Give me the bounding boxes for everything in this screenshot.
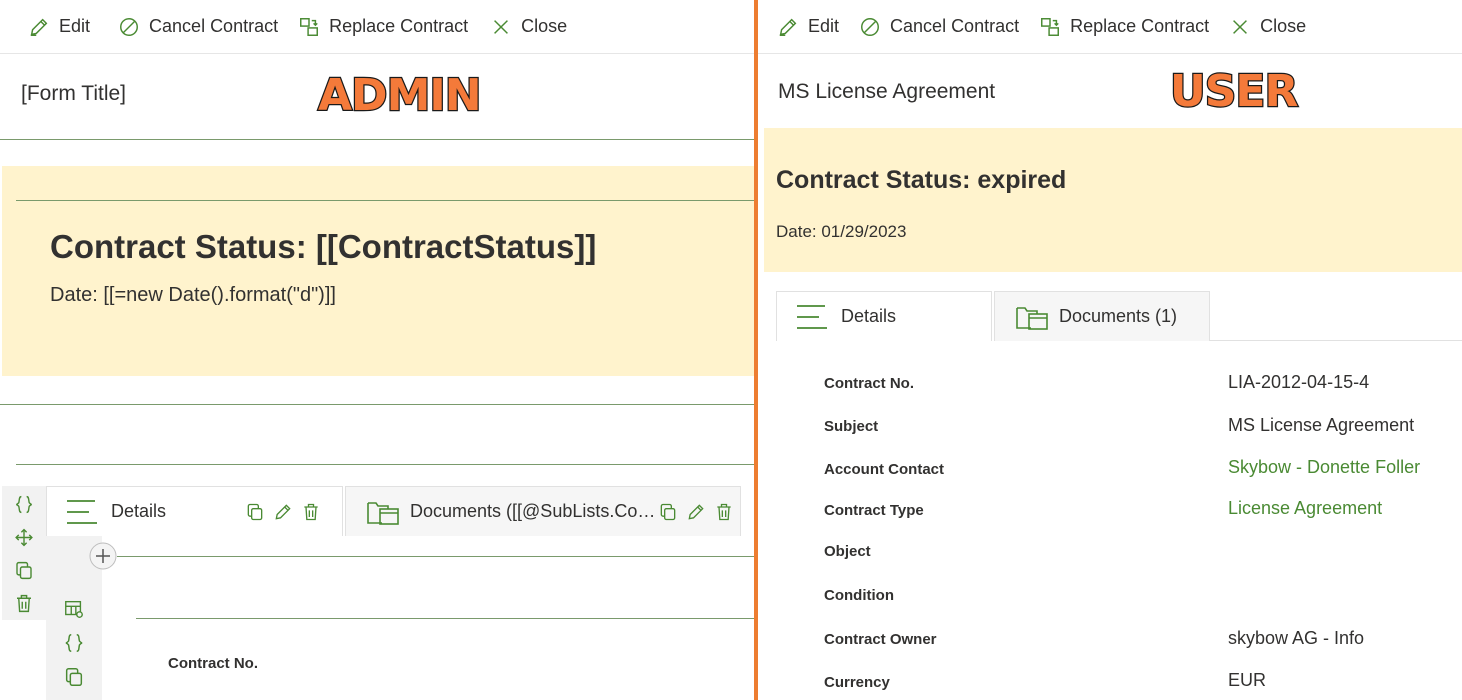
- tab-documents[interactable]: Documents (1): [994, 291, 1210, 341]
- field-value-contract-no: LIA-2012-04-15-4: [1228, 372, 1370, 392]
- braces-icon[interactable]: [13, 494, 35, 515]
- field-value-account-contact-link[interactable]: Skybow - Donette Foller: [1228, 457, 1420, 478]
- tab-details-label: Details: [111, 501, 167, 521]
- trash-icon[interactable]: [13, 593, 35, 614]
- replace-contract-button[interactable]: Replace Contract: [1039, 0, 1209, 53]
- field-label-contract-owner: Contract Owner: [824, 631, 937, 648]
- trash-icon[interactable]: [301, 502, 321, 522]
- tab-details-label: Details: [841, 306, 897, 326]
- tab-documents-label: Documents (1): [1059, 306, 1178, 326]
- edit-button[interactable]: Edit: [777, 0, 839, 53]
- cancel-contract-button[interactable]: Cancel Contract: [118, 0, 278, 53]
- documents-folder-icon: [1016, 306, 1048, 330]
- close-button[interactable]: Close: [490, 0, 567, 53]
- field-label-contract-no: Contract No.: [168, 655, 258, 672]
- status-section: Contract Status: [[ContractStatus]] Date…: [2, 166, 754, 376]
- user-badge: USER: [1169, 65, 1300, 119]
- trash-icon[interactable]: [714, 502, 734, 522]
- divider-line: [0, 404, 754, 405]
- documents-folder-icon: [367, 501, 399, 525]
- edit-icon[interactable]: [686, 502, 706, 522]
- close-icon: [1233, 19, 1248, 34]
- user-pane: Edit Cancel Contract Replace Contract Cl…: [758, 0, 1462, 700]
- field-value-contract-type-link[interactable]: License Agreement: [1228, 498, 1382, 519]
- replace-icon: [1041, 17, 1060, 36]
- tab-documents[interactable]: Documents ([[@SubLists.Contract Document…: [345, 486, 741, 536]
- section-tools: [2, 486, 46, 620]
- details-lines-icon: [67, 499, 97, 524]
- close-label: Close: [1260, 16, 1307, 36]
- admin-badge: ADMIN: [317, 69, 483, 123]
- status-section: Contract Status: expired Date: 01/29/202…: [764, 128, 1462, 272]
- move-icon[interactable]: [13, 527, 35, 548]
- field-label-contract-type: Contract Type: [824, 502, 924, 519]
- replace-contract-label: Replace Contract: [329, 16, 469, 36]
- divider-line: [16, 464, 754, 465]
- edit-label: Edit: [808, 16, 840, 36]
- braces-icon[interactable]: [63, 632, 85, 654]
- copy-icon[interactable]: [658, 502, 678, 522]
- contract-status-heading: Contract Status: [[ContractStatus]]: [50, 228, 597, 265]
- contract-status-date: Date: [[=new Date().format("d")]]: [50, 284, 336, 306]
- replace-contract-button[interactable]: Replace Contract: [298, 0, 468, 53]
- edit-icon: [30, 18, 48, 36]
- tab-details[interactable]: Details: [46, 486, 343, 536]
- field-label-contract-no: Contract No.: [824, 375, 914, 392]
- field-value-subject: MS License Agreement: [1228, 415, 1415, 435]
- cancel-contract-label: Cancel Contract: [149, 16, 279, 36]
- admin-toolbar: Edit Cancel Contract Replace Contract Cl…: [0, 0, 754, 54]
- edit-icon: [779, 18, 797, 36]
- add-icon[interactable]: [89, 542, 117, 570]
- close-button[interactable]: Close: [1229, 0, 1306, 53]
- cancel-contract-label: Cancel Contract: [890, 16, 1020, 36]
- edit-label: Edit: [59, 16, 91, 36]
- divider-line: [136, 618, 754, 619]
- contract-status-heading: Contract Status: expired: [776, 166, 1067, 194]
- tab-baseline: [1210, 340, 1462, 341]
- copy-icon[interactable]: [63, 666, 85, 688]
- divider-line: [117, 556, 754, 557]
- replace-contract-label: Replace Contract: [1070, 16, 1210, 36]
- edit-button[interactable]: Edit: [28, 0, 90, 53]
- form-title: [Form Title]: [21, 82, 127, 105]
- copy-icon[interactable]: [13, 560, 35, 581]
- cancel-icon: [861, 17, 880, 36]
- cancel-icon: [120, 17, 139, 36]
- field-label-subject: Subject: [824, 418, 879, 435]
- field-label-object: Object: [824, 543, 871, 560]
- tab-details[interactable]: Details: [776, 291, 992, 341]
- copy-icon[interactable]: [245, 502, 265, 522]
- edit-icon[interactable]: [273, 502, 293, 522]
- field-label-condition: Condition: [824, 587, 894, 604]
- tab-documents-label: Documents ([[@SubLists.Contract Document…: [410, 501, 656, 521]
- form-title: MS License Agreement: [778, 80, 996, 103]
- field-value-currency: EUR: [1228, 670, 1267, 690]
- contract-status-date: Date: 01/29/2023: [776, 222, 907, 241]
- replace-icon: [300, 17, 319, 36]
- user-toolbar: Edit Cancel Contract Replace Contract Cl…: [758, 0, 1462, 54]
- details-lines-icon: [797, 304, 827, 329]
- table-settings-icon[interactable]: [63, 598, 85, 620]
- section-line: [16, 200, 754, 201]
- cancel-contract-button[interactable]: Cancel Contract: [859, 0, 1019, 53]
- field-value-contract-owner: skybow AG - Info: [1228, 628, 1365, 648]
- admin-pane: Edit Cancel Contract Replace Contract Cl…: [0, 0, 754, 700]
- field-label-currency: Currency: [824, 674, 890, 691]
- field-label-account-contact: Account Contact: [824, 461, 944, 478]
- close-icon: [494, 19, 509, 34]
- close-label: Close: [521, 16, 568, 36]
- divider-line: [0, 139, 754, 140]
